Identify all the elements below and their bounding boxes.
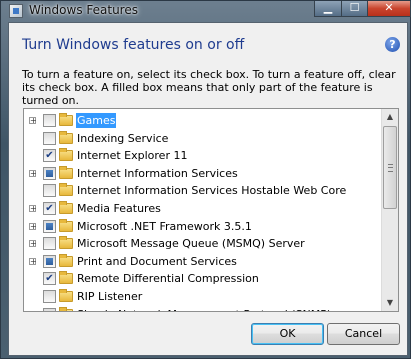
expand-icon[interactable]: + (29, 310, 37, 311)
feature-label: Print and Document Services (77, 254, 237, 268)
feature-row[interactable]: + Games (24, 112, 384, 129)
maximize-button[interactable]: ☐ (341, 1, 368, 17)
folder-icon (59, 253, 73, 267)
dialog-footer: OK Cancel (9, 316, 407, 355)
expand-icon[interactable]: + (29, 257, 37, 265)
folder-icon (59, 306, 73, 311)
feature-row[interactable]: Indexing Service (24, 130, 384, 147)
dialog-client-area: Turn Windows features on or off ? To tur… (8, 22, 408, 356)
folder-icon (59, 271, 73, 285)
feature-row[interactable]: + Simple Network Management Protocol (SNM… (24, 306, 384, 311)
feature-label: Media Features (77, 202, 161, 215)
feature-row[interactable]: + Microsoft Message Queue (MSMQ) Server (24, 235, 384, 252)
help-icon[interactable]: ? (385, 37, 400, 52)
feature-label: Internet Information Services Hostable W… (77, 184, 347, 198)
feature-label: Indexing Service (77, 131, 169, 145)
feature-label: Internet Information Services (77, 166, 238, 180)
feature-label: RIP Listener (77, 290, 143, 303)
folder-icon (59, 148, 73, 162)
scrollbar-thumb[interactable] (383, 126, 397, 209)
folder-icon (59, 289, 73, 302)
feature-checkbox[interactable] (43, 254, 56, 268)
window-title: Windows Features (29, 3, 138, 17)
page-title: Turn Windows features on or off (22, 37, 245, 53)
feature-row[interactable]: ✔ Remote Differential Compression (24, 270, 384, 287)
feature-label: Remote Differential Compression (77, 272, 259, 286)
feature-checkbox[interactable] (43, 307, 56, 311)
windows-features-dialog: Windows Features ▁ ☐ ✕ Turn Windows feat… (0, 0, 411, 359)
feature-checkbox[interactable]: ✔ (43, 272, 56, 286)
ok-button[interactable]: OK (251, 323, 324, 345)
feature-row[interactable]: ✔ Internet Explorer 11 (24, 147, 384, 164)
folder-icon (59, 183, 73, 197)
instructions-text: To turn a feature on, select its check b… (22, 68, 396, 107)
feature-label: Microsoft Message Queue (MSMQ) Server (77, 237, 305, 251)
feature-checkbox[interactable] (43, 114, 56, 127)
minimize-button[interactable]: ▁ (314, 1, 342, 17)
feature-checkbox[interactable] (43, 166, 56, 180)
folder-icon (59, 113, 73, 126)
scroll-up-arrow-icon[interactable]: ▲ (382, 109, 398, 125)
expand-icon[interactable]: + (29, 205, 37, 213)
expand-icon[interactable]: + (29, 169, 37, 177)
feature-label: Simple Network Management Protocol (SNMP… (77, 307, 331, 311)
feature-checkbox[interactable] (43, 290, 56, 303)
feature-row[interactable]: + Internet Information Services (24, 165, 384, 182)
expand-icon[interactable]: + (29, 240, 37, 248)
feature-label: Microsoft .NET Framework 3.5.1 (77, 219, 252, 233)
feature-label: Games (76, 113, 117, 128)
windows-features-icon (9, 4, 23, 18)
features-tree[interactable]: + Games Indexing Service ✔ Internet Explorer… (23, 108, 399, 312)
feature-checkbox[interactable] (43, 237, 56, 251)
title-bar[interactable]: Windows Features ▁ ☐ ✕ (1, 1, 411, 21)
feature-checkbox[interactable] (43, 219, 56, 233)
scroll-down-arrow-icon[interactable]: ▼ (382, 295, 398, 311)
folder-icon (59, 218, 73, 232)
expand-icon[interactable]: + (29, 222, 37, 230)
feature-checkbox[interactable] (43, 184, 56, 198)
close-button[interactable]: ✕ (367, 1, 411, 17)
expand-icon[interactable]: + (29, 117, 37, 125)
feature-row[interactable]: + Microsoft .NET Framework 3.5.1 (24, 218, 384, 235)
folder-icon (59, 130, 73, 144)
folder-icon (59, 165, 73, 179)
feature-row[interactable]: + ✔ Media Features (24, 200, 384, 217)
feature-row[interactable]: + Print and Document Services (24, 253, 384, 270)
feature-checkbox[interactable]: ✔ (43, 149, 56, 163)
feature-row[interactable]: Internet Information Services Hostable W… (24, 182, 384, 199)
feature-checkbox[interactable]: ✔ (43, 202, 56, 215)
feature-row[interactable]: RIP Listener (24, 288, 384, 305)
feature-checkbox[interactable] (43, 131, 56, 145)
feature-label: Internet Explorer 11 (77, 149, 188, 163)
folder-icon (59, 201, 73, 214)
folder-icon (59, 236, 73, 250)
cancel-button[interactable]: Cancel (327, 323, 400, 345)
vertical-scrollbar[interactable]: ▲ ▼ (381, 109, 398, 311)
